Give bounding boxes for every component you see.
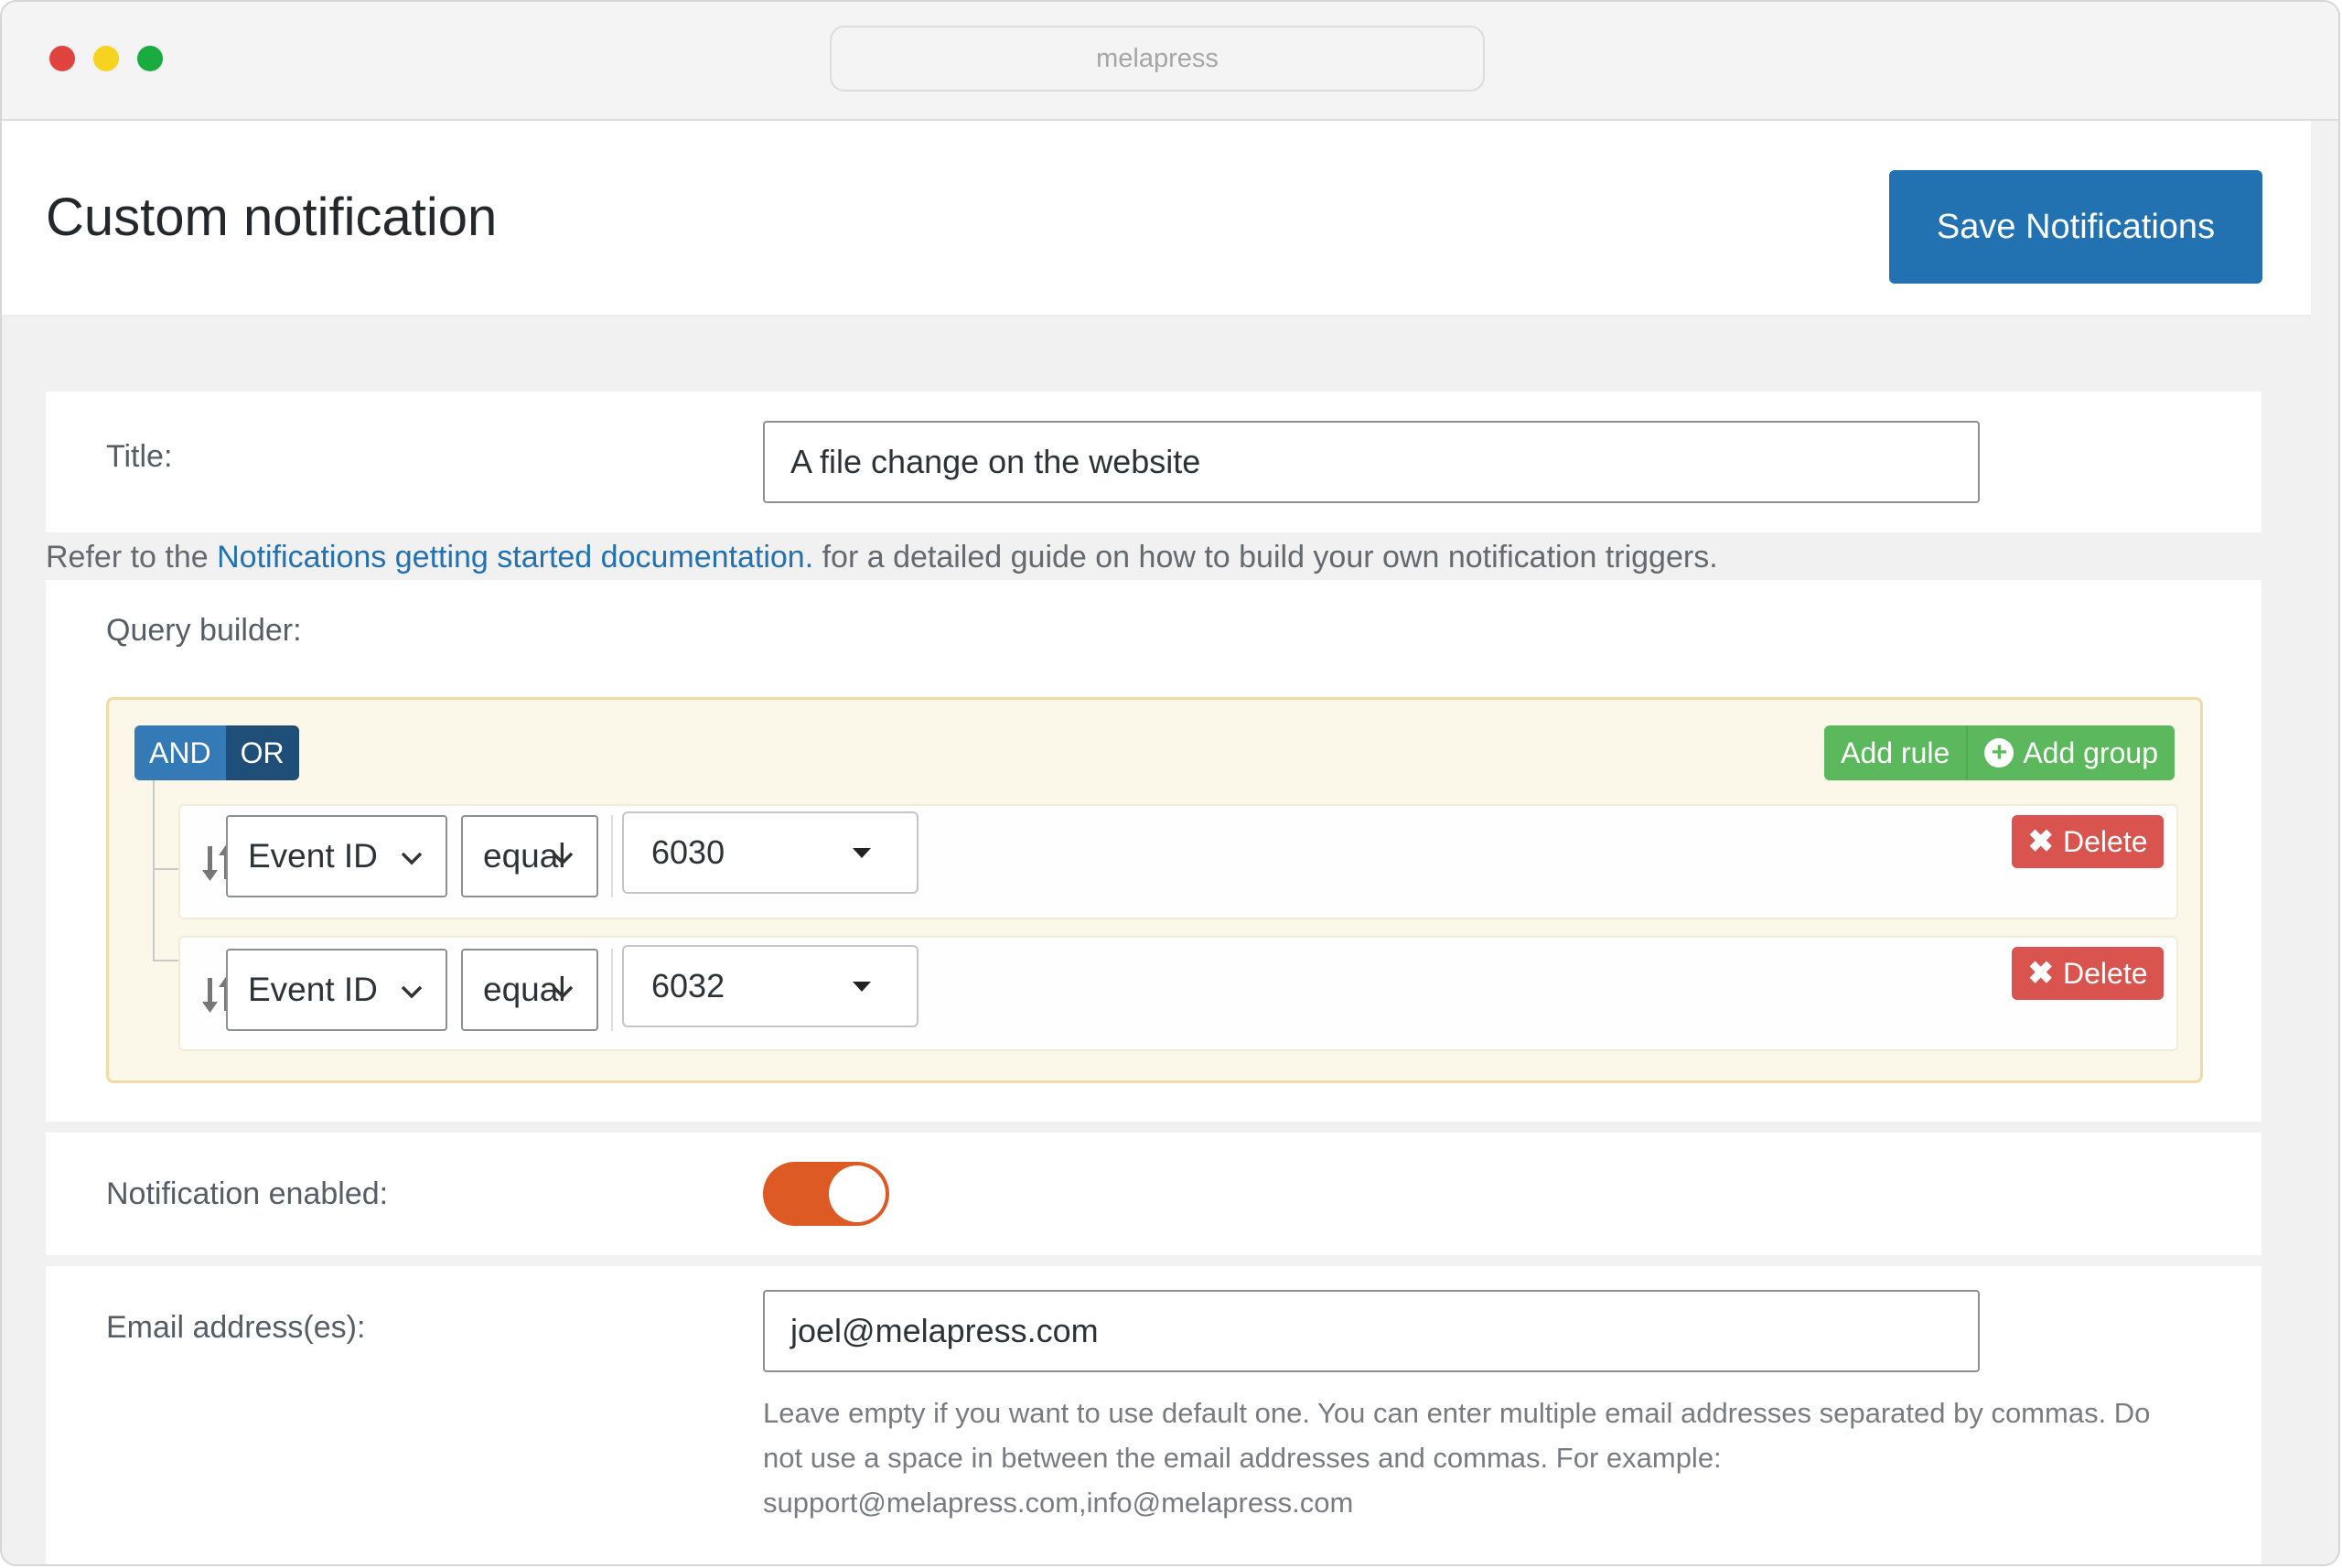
- close-window-dot[interactable]: [49, 46, 75, 71]
- browser-window: melapress Custom notification Save Notif…: [0, 0, 2340, 1566]
- value-select[interactable]: 6030: [622, 811, 919, 894]
- query-builder-label: Query builder:: [106, 613, 302, 648]
- tree-connector-horizontal: [153, 868, 180, 870]
- add-group-label: Add group: [2023, 736, 2158, 769]
- condition-toggle: AND OR: [134, 725, 299, 780]
- notification-enabled-panel: Notification enabled:: [46, 1133, 2261, 1255]
- caret-down-icon: [853, 848, 871, 858]
- value-select-value: 6032: [651, 967, 725, 1004]
- save-notifications-button[interactable]: Save Notifications: [1889, 170, 2262, 284]
- documentation-link[interactable]: Notifications getting started documentat…: [217, 540, 813, 575]
- maximize-window-dot[interactable]: [137, 46, 163, 71]
- plus-circle-icon: +: [1984, 738, 2014, 768]
- rule-row: Event ID equal 6030 ✖ Delete: [178, 804, 2178, 919]
- notification-enabled-toggle[interactable]: [763, 1162, 889, 1226]
- value-select-value: 6030: [651, 833, 725, 871]
- or-button[interactable]: OR: [225, 725, 299, 780]
- refer-text-after: for a detailed guide on how to build you…: [813, 540, 1718, 575]
- refer-text-before: Refer to the: [46, 540, 218, 575]
- email-label: Email address(es):: [106, 1310, 366, 1345]
- title-panel: Title: A file change on the website: [46, 392, 2261, 532]
- caret-down-icon: [853, 982, 871, 992]
- email-help-text: Leave empty if you want to use default o…: [763, 1397, 2151, 1519]
- address-bar[interactable]: melapress: [830, 26, 1485, 91]
- value-select[interactable]: 6032: [622, 945, 919, 1027]
- rule-divider: [611, 815, 613, 897]
- tree-connector-vertical: [153, 780, 155, 960]
- add-rule-label: Add rule: [1841, 736, 1950, 769]
- page-header: Custom notification Save Notifications: [2, 121, 2311, 317]
- chevron-down-icon: [552, 985, 574, 999]
- notification-enabled-label: Notification enabled:: [106, 1176, 389, 1211]
- page-title: Custom notification: [46, 188, 498, 247]
- main-content: Title: A file change on the website Refe…: [2, 318, 2311, 1564]
- documentation-reference: Refer to the Notifications getting start…: [46, 540, 1718, 575]
- field-select[interactable]: Event ID: [226, 815, 447, 897]
- delete-label: Delete: [2063, 824, 2148, 858]
- close-icon: ✖: [2027, 824, 2055, 859]
- add-group-button[interactable]: + Add group: [1966, 725, 2175, 780]
- delete-label: Delete: [2063, 956, 2148, 990]
- and-button[interactable]: AND: [134, 725, 226, 780]
- group-actions: Add rule + Add group: [1824, 725, 2175, 780]
- browser-titlebar: melapress: [2, 2, 2338, 121]
- rule-divider: [611, 949, 613, 1031]
- minimize-window-dot[interactable]: [93, 46, 119, 71]
- operator-select[interactable]: equal: [461, 949, 598, 1031]
- tree-connector-horizontal: [153, 960, 180, 961]
- delete-rule-button[interactable]: ✖ Delete: [2012, 815, 2164, 868]
- field-select-value: Event ID: [248, 971, 378, 1008]
- chevron-down-icon: [552, 852, 574, 865]
- toggle-knob: [829, 1165, 886, 1222]
- operator-select[interactable]: equal: [461, 815, 598, 897]
- query-builder-group: AND OR Add rule + Add group Event ID equ…: [106, 697, 2203, 1083]
- rule-row: Event ID equal 6032 ✖ Delete: [178, 936, 2178, 1051]
- chevron-down-icon: [401, 852, 423, 865]
- field-select-value: Event ID: [248, 837, 378, 875]
- title-input[interactable]: A file change on the website: [763, 421, 1980, 503]
- field-select[interactable]: Event ID: [226, 949, 447, 1031]
- close-icon: ✖: [2027, 956, 2055, 991]
- delete-rule-button[interactable]: ✖ Delete: [2012, 947, 2164, 1000]
- add-rule-button[interactable]: Add rule: [1824, 725, 1967, 780]
- email-input[interactable]: joel@melapress.com: [763, 1290, 1980, 1372]
- title-label: Title:: [106, 439, 173, 474]
- chevron-down-icon: [401, 985, 423, 999]
